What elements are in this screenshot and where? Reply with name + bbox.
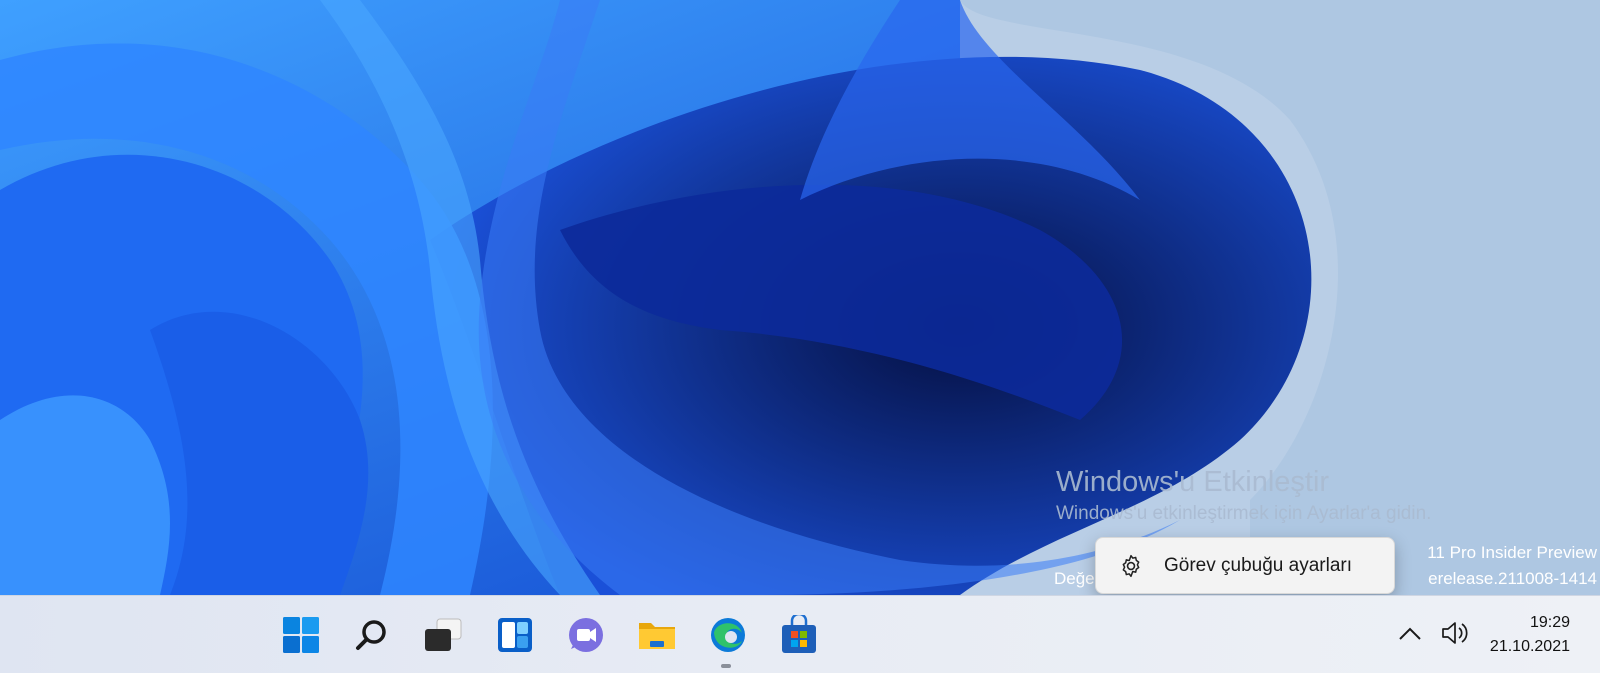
- task-view-icon: [425, 618, 462, 651]
- show-hidden-icons-button[interactable]: [1396, 623, 1424, 645]
- windows-start-icon: [283, 617, 319, 653]
- widgets-icon: [498, 618, 532, 652]
- chevron-up-icon: [1399, 627, 1421, 640]
- microsoft-store-button[interactable]: [777, 613, 821, 657]
- clock-date: 21.10.2021: [1489, 638, 1570, 655]
- search-button[interactable]: [350, 613, 394, 657]
- active-app-indicator: [721, 664, 731, 668]
- search-icon: [356, 620, 386, 650]
- microsoft-store-icon: [782, 615, 816, 653]
- activation-subtitle: Windows'u etkinleştirmek için Ayarlar'a …: [1056, 503, 1432, 524]
- volume-button[interactable]: [1440, 620, 1470, 646]
- edge-browser-button[interactable]: [706, 613, 750, 657]
- edge-browser-icon: [711, 618, 745, 652]
- gear-icon: [1118, 553, 1144, 579]
- taskbar-context-menu: Görev çubuğu ayarları: [1095, 537, 1395, 594]
- clock-button[interactable]: 19:29 21.10.2021: [1490, 611, 1570, 659]
- taskbar-settings-label: Görev çubuğu ayarları: [1164, 554, 1352, 576]
- taskbar: 19:29 21.10.2021: [0, 595, 1600, 673]
- speaker-icon: [1442, 622, 1468, 644]
- widgets-button[interactable]: [493, 613, 537, 657]
- build-info-line1: 11 Pro Insider Preview: [1427, 543, 1597, 562]
- start-button[interactable]: [279, 613, 323, 657]
- build-info-line2-right: erelease.211008-1414: [1428, 569, 1597, 588]
- chat-button[interactable]: [564, 613, 608, 657]
- clock-time: 19:29: [1529, 614, 1570, 631]
- build-info-line2-left: Değe: [1054, 569, 1095, 588]
- teams-chat-icon: [569, 618, 603, 652]
- activation-watermark: Windows'u Etkinleştir Windows'u etkinleş…: [1056, 464, 1431, 528]
- file-explorer-button[interactable]: [635, 613, 679, 657]
- taskbar-settings-menu-item[interactable]: Görev çubuğu ayarları: [1096, 538, 1394, 593]
- desktop-wallpaper: Windows'u Etkinleştir Windows'u etkinleş…: [0, 0, 1600, 595]
- activation-title: Windows'u Etkinleştir: [1056, 466, 1330, 498]
- task-view-button[interactable]: [421, 613, 465, 657]
- file-explorer-icon: [639, 623, 675, 649]
